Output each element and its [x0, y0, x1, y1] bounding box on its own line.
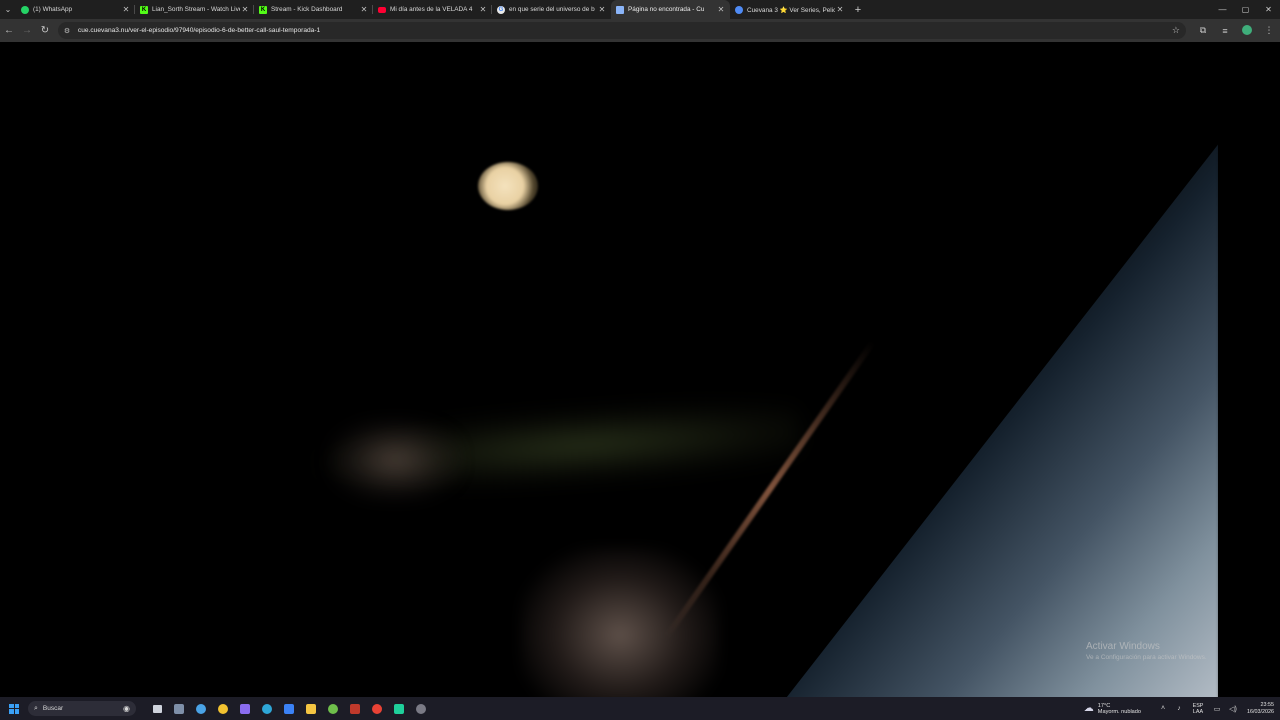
tab-title: Página no encontrada - Cu — [628, 6, 705, 13]
close-window-icon[interactable]: ✕ — [1257, 0, 1280, 19]
video-scene-window — [783, 142, 1220, 697]
app-dark-icon[interactable] — [410, 697, 432, 720]
taskbar-clock[interactable]: 23:55 16/03/2026 — [1247, 702, 1274, 716]
kick-icon: K — [259, 5, 267, 14]
video-letterbox — [1218, 42, 1280, 697]
app-a-icon[interactable] — [212, 697, 234, 720]
volume-icon[interactable]: ◁) — [1225, 705, 1241, 713]
edge-icon[interactable] — [256, 697, 278, 720]
google-icon: G — [497, 5, 505, 14]
video-scene-hand — [520, 547, 720, 697]
network-icon[interactable]: ▭ — [1209, 705, 1225, 713]
maximize-icon[interactable]: ▢ — [1234, 0, 1257, 19]
video-scene-blur — [330, 420, 460, 500]
weather-widget[interactable]: ☁ 17°C Mayorm. nublado — [1084, 703, 1141, 715]
new-tab-button[interactable]: + — [849, 0, 867, 19]
cloud-icon: ☁ — [1083, 703, 1094, 714]
tab-kick-stream[interactable]: K Lian_Sorth Stream - Watch Live ✕ — [135, 0, 254, 19]
bookmark-star-icon[interactable]: ☆ — [1172, 25, 1180, 36]
video-scene-streak — [664, 340, 876, 639]
browser-menu-icon[interactable]: ⋮ — [1258, 25, 1280, 36]
tab-close-icon[interactable]: ✕ — [478, 5, 488, 14]
search-highlight-icon: ◉ — [123, 704, 130, 713]
site-info-icon[interactable]: ⚙ — [64, 27, 74, 35]
tab-close-icon[interactable]: ✕ — [597, 5, 607, 14]
extensions-icon[interactable]: ⧉ — [1192, 25, 1214, 36]
activate-windows-watermark: Activar Windows Ve a Configuración para … — [1086, 641, 1207, 661]
start-button[interactable] — [4, 697, 24, 720]
whatsapp-icon — [21, 5, 29, 14]
window-controls: — ▢ ✕ — [1211, 0, 1280, 19]
tab-whatsapp[interactable]: (1) WhatsApp ✕ — [16, 0, 135, 19]
tab-title: en que serie del universo de b — [509, 6, 595, 13]
tab-title: Mi día antes de la VELADA 4 — [390, 6, 473, 13]
video-scene-light — [478, 162, 538, 210]
tab-title: Stream - Kick Dashboard — [271, 6, 343, 13]
back-icon[interactable]: ← — [0, 19, 18, 42]
task-view-icon[interactable] — [146, 697, 168, 720]
app-green-icon[interactable] — [322, 697, 344, 720]
app-red-icon[interactable] — [344, 697, 366, 720]
browser-toolbar: ← → ↻ ⚙ cue.cuevana3.nu/ver-el-episodio/… — [0, 19, 1280, 42]
system-tray: ☁ 17°C Mayorm. nublado ˄ ♪ ESP LAA ▭ ◁) … — [1084, 697, 1280, 720]
file-explorer-icon[interactable] — [300, 697, 322, 720]
search-label: Buscar — [42, 705, 64, 712]
tab-title: (1) WhatsApp — [33, 6, 73, 13]
app-teal-icon[interactable] — [388, 697, 410, 720]
tab-title: Lian_Sorth Stream - Watch Live — [152, 6, 240, 13]
taskbar-search[interactable]: ⌕ Buscar ◉ — [28, 701, 136, 716]
tab-search-icon[interactable]: ⌄ — [0, 0, 16, 19]
watermark-subtitle: Ve a Configuración para activar Windows. — [1086, 654, 1207, 661]
clock-time: 23:55 — [1260, 701, 1275, 708]
tab-close-icon[interactable]: ✕ — [835, 5, 845, 14]
tab-google-search[interactable]: G en que serie del universo de b ✕ — [492, 0, 611, 19]
app-colorful-icon[interactable] — [234, 697, 256, 720]
search-icon: ⌕ — [34, 704, 38, 712]
tab-cuevana[interactable]: Cuevana 3 ⭐ Ver Series, Pelicu ✕ — [730, 0, 849, 19]
language-indicator[interactable]: ESP LAA — [1187, 703, 1209, 715]
kick-icon: K — [140, 5, 148, 14]
chrome-icon[interactable] — [366, 697, 388, 720]
tab-kick-dashboard[interactable]: K Stream - Kick Dashboard ✕ — [254, 0, 373, 19]
reload-icon[interactable]: ↻ — [36, 19, 54, 42]
media-controls-icon[interactable]: ≡ — [1214, 25, 1236, 36]
address-bar[interactable]: ⚙ cue.cuevana3.nu/ver-el-episodio/97940/… — [57, 22, 1186, 39]
store-icon[interactable] — [278, 697, 300, 720]
minimize-icon[interactable]: — — [1211, 0, 1234, 19]
weather-desc: Mayorm. nublado — [1097, 708, 1142, 715]
windows-logo-icon — [9, 703, 19, 714]
tab-close-icon[interactable]: ✕ — [716, 5, 726, 14]
lang-layout: LAA — [1192, 708, 1204, 715]
tab-close-icon[interactable]: ✕ — [240, 5, 250, 14]
profile-avatar[interactable] — [1242, 25, 1252, 35]
tab-youtube[interactable]: Mi día antes de la VELADA 4 ✕ — [373, 0, 492, 19]
tab-close-icon[interactable]: ✕ — [359, 5, 369, 14]
taskbar-apps — [146, 697, 432, 720]
photos-app-icon[interactable] — [168, 697, 190, 720]
toolbar-actions: ⧉ ≡ ⋮ — [1192, 25, 1280, 36]
video-player[interactable] — [0, 42, 1280, 697]
browser-tab-strip: ⌄ (1) WhatsApp ✕ K Lian_Sorth Stream - W… — [0, 0, 1280, 19]
watermark-title: Activar Windows — [1086, 641, 1160, 652]
windows-taskbar: ⌕ Buscar ◉ ☁ 17°C Mayorm. nublado ˄ ♪ ES… — [0, 697, 1280, 720]
clock-date: 16/03/2026 — [1247, 708, 1274, 715]
app-check-icon[interactable] — [190, 697, 212, 720]
page-icon — [616, 5, 624, 14]
chevron-up-icon[interactable]: ˄ — [1155, 705, 1171, 712]
tab-cuevana-active[interactable]: Página no encontrada - Cu ✕ — [611, 0, 730, 19]
forward-icon[interactable]: → — [18, 19, 36, 42]
tab-title: Cuevana 3 ⭐ Ver Series, Pelicu — [747, 6, 835, 14]
url-text[interactable]: cue.cuevana3.nu/ver-el-episodio/97940/ep… — [78, 27, 1172, 34]
youtube-icon — [378, 6, 386, 13]
tab-close-icon[interactable]: ✕ — [121, 5, 131, 14]
cuevana-icon — [735, 5, 743, 14]
microphone-icon[interactable]: ♪ — [1171, 705, 1187, 712]
